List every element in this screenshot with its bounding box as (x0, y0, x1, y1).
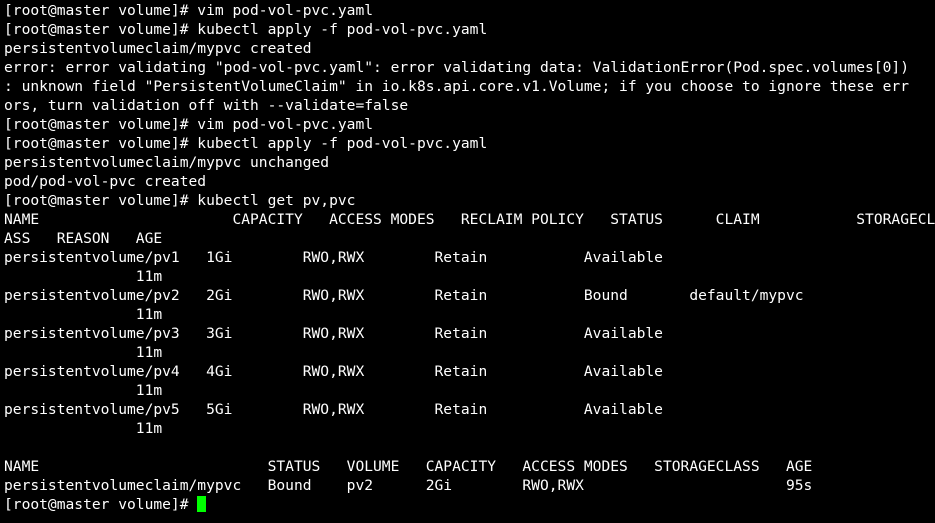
text-cursor[interactable] (197, 496, 207, 512)
shell-prompt: [root@master volume]# (4, 496, 198, 513)
terminal-line: NAME CAPACITY ACCESS MODES RECLAIM POLIC… (4, 211, 935, 228)
terminal-line: ors, turn validation off with --validate… (4, 97, 409, 114)
terminal-line: ASS REASON AGE (4, 230, 163, 247)
terminal-line: error: error validating "pod-vol-pvc.yam… (4, 59, 909, 76)
terminal-line: 11m (4, 382, 163, 399)
terminal-line: persistentvolumeclaim/mypvc unchanged (4, 154, 330, 171)
terminal-line: 11m (4, 268, 163, 285)
terminal-window[interactable]: [root@master volume]# vim pod-vol-pvc.ya… (0, 0, 935, 523)
terminal-line: persistentvolume/pv2 2Gi RWO,RWX Retain … (4, 287, 804, 304)
terminal-line: persistentvolumeclaim/mypvc created (4, 40, 312, 57)
terminal-line: pod/pod-vol-pvc created (4, 173, 207, 190)
terminal-line: persistentvolume/pv4 4Gi RWO,RWX Retain … (4, 363, 663, 380)
terminal-line: [root@master volume]# kubectl get pv,pvc (4, 192, 356, 209)
terminal-line: persistentvolume/pv1 1Gi RWO,RWX Retain … (4, 249, 663, 266)
terminal-line: persistentvolume/pv3 3Gi RWO,RWX Retain … (4, 325, 663, 342)
terminal-line: NAME STATUS VOLUME CAPACITY ACCESS MODES… (4, 458, 813, 475)
terminal-line: 11m (4, 420, 163, 437)
terminal-line: : unknown field "PersistentVolumeClaim" … (4, 78, 909, 95)
prompt-line[interactable]: [root@master volume]# (4, 495, 935, 514)
terminal-line: [root@master volume]# vim pod-vol-pvc.ya… (4, 116, 374, 133)
terminal-line: 11m (4, 344, 163, 361)
terminal-line: 11m (4, 306, 163, 323)
terminal-line: persistentvolume/pv5 5Gi RWO,RWX Retain … (4, 401, 663, 418)
terminal-line: [root@master volume]# kubectl apply -f p… (4, 135, 488, 152)
terminal-line: [root@master volume]# kubectl apply -f p… (4, 21, 488, 38)
terminal-line: [root@master volume]# vim pod-vol-pvc.ya… (4, 2, 374, 19)
terminal-line: persistentvolumeclaim/mypvc Bound pv2 2G… (4, 477, 813, 494)
